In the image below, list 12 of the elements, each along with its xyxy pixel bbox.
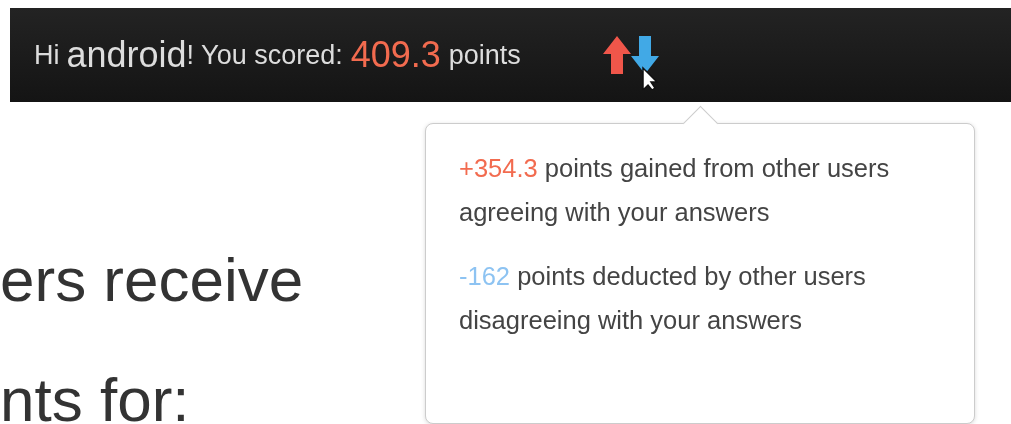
body-text: nts for: xyxy=(0,364,190,424)
points-breakdown-text: +354.3 points gained from other users agreeing with your answers xyxy=(459,153,891,228)
up-arrow-icon[interactable] xyxy=(602,36,631,74)
body-text: ers receive xyxy=(0,244,304,316)
username-text: android xyxy=(66,34,187,76)
score-label: ! You scored: xyxy=(186,39,343,71)
greeting-text: Hi xyxy=(34,39,60,71)
down-arrow-icon[interactable] xyxy=(630,36,659,74)
score-value: 409.3 xyxy=(350,34,441,76)
points-breakdown-text: -162 points deducted by other users disagreeing with your answers xyxy=(459,261,867,336)
cursor-icon xyxy=(642,66,659,90)
points-label: points xyxy=(448,39,521,71)
